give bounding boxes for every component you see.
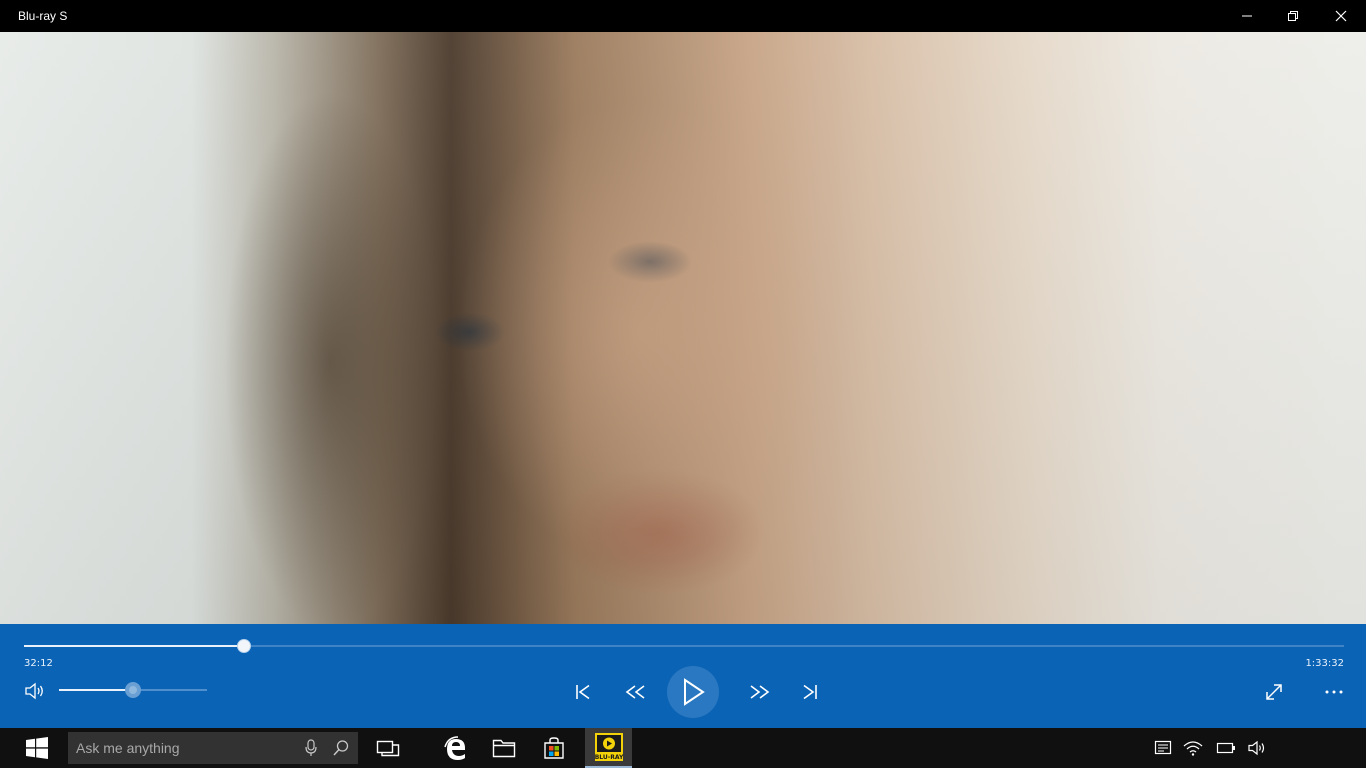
- volume-button[interactable]: [22, 680, 48, 702]
- total-time: 1:33:32: [1305, 658, 1344, 669]
- microphone-icon[interactable]: [304, 739, 318, 757]
- blu-ray-app-button[interactable]: BLU-RAY: [585, 728, 632, 768]
- wifi-button[interactable]: [1176, 740, 1210, 756]
- task-view-button[interactable]: [368, 728, 408, 768]
- file-explorer-button[interactable]: [484, 728, 524, 768]
- current-time: 32:12: [24, 658, 53, 669]
- search-placeholder: Ask me anything: [76, 740, 180, 756]
- wifi-icon: [1183, 741, 1203, 756]
- video-frame[interactable]: [0, 32, 1366, 624]
- speaker-icon: [25, 682, 43, 700]
- minimize-icon: [1242, 15, 1252, 17]
- title-bar: Blu-ray S: [0, 0, 1366, 32]
- restore-button[interactable]: [1270, 0, 1316, 32]
- more-button[interactable]: [1320, 680, 1348, 704]
- file-explorer-icon: [492, 739, 516, 758]
- close-button[interactable]: [1318, 0, 1364, 32]
- blu-ray-app-icon: BLU-RAY: [594, 733, 623, 761]
- search-box[interactable]: Ask me anything: [68, 732, 358, 764]
- volume-icon: [1248, 740, 1265, 756]
- volume-slider-thumb[interactable]: [125, 682, 141, 698]
- search-icon[interactable]: [332, 739, 350, 757]
- player-controls: 32:12 1:33:32: [0, 624, 1366, 728]
- battery-icon: [1216, 742, 1235, 754]
- play-button[interactable]: [667, 666, 719, 718]
- rewind-button[interactable]: [620, 680, 650, 704]
- play-icon: [684, 678, 705, 706]
- battery-button[interactable]: [1210, 742, 1242, 754]
- edge-icon: [444, 736, 465, 760]
- fullscreen-icon: [1266, 684, 1282, 700]
- minimize-button[interactable]: [1224, 0, 1270, 32]
- restore-icon: [1288, 11, 1298, 21]
- previous-button[interactable]: [570, 680, 596, 704]
- notification-icon: [1154, 740, 1172, 755]
- seek-bar-fill: [24, 645, 245, 647]
- close-icon: [1335, 10, 1347, 22]
- taskbar: Ask me anything BLU-RAY: [0, 728, 1366, 768]
- seek-bar-thumb[interactable]: [237, 639, 252, 653]
- more-icon: [1325, 690, 1343, 694]
- store-icon: [544, 737, 564, 759]
- skip-next-icon: [803, 684, 817, 700]
- seek-bar[interactable]: [24, 639, 1344, 653]
- volume-slider[interactable]: [59, 682, 207, 698]
- task-view-icon: [376, 740, 400, 757]
- rewind-icon: [625, 685, 645, 699]
- video-image: [0, 32, 1366, 624]
- system-tray: [1150, 728, 1272, 768]
- fullscreen-button[interactable]: [1262, 680, 1286, 704]
- edge-button[interactable]: [436, 728, 476, 768]
- volume-slider-fill: [59, 689, 133, 691]
- store-button[interactable]: [534, 728, 574, 768]
- skip-previous-icon: [576, 684, 590, 700]
- start-button[interactable]: [0, 728, 74, 768]
- fast-forward-button[interactable]: [745, 680, 775, 704]
- window-title: Blu-ray S: [18, 9, 68, 23]
- notification-button[interactable]: [1150, 740, 1176, 756]
- next-button[interactable]: [797, 680, 823, 704]
- fast-forward-icon: [750, 685, 770, 699]
- windows-logo-icon: [26, 737, 48, 759]
- tray-volume-button[interactable]: [1242, 740, 1272, 756]
- blu-ray-app-label: BLU-RAY: [594, 754, 623, 761]
